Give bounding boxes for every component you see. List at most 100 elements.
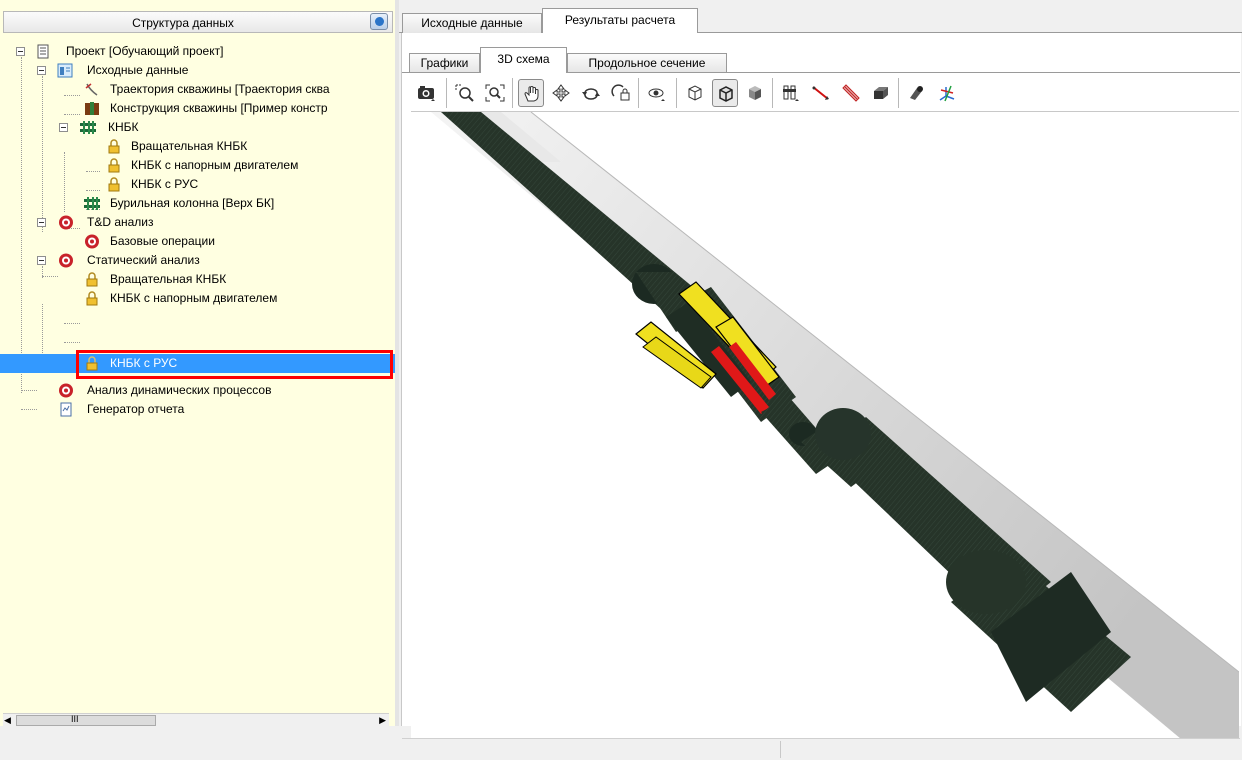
lock-icon (106, 139, 122, 154)
move-button[interactable] (548, 79, 574, 107)
trajectory-icon (84, 82, 100, 97)
collapse-toggle-icon[interactable] (16, 47, 25, 56)
axes-button[interactable] (934, 79, 960, 107)
bha-icon (80, 120, 96, 135)
tree-item-label: Вращательная КНБК (131, 139, 248, 153)
rotate-button[interactable] (578, 79, 604, 107)
tree-item-label: Конструкция скважины [Пример констр (110, 101, 328, 115)
view-button[interactable] (644, 79, 670, 107)
tree-item-label: Анализ динамических процессов (87, 383, 272, 397)
tree-item-trajectory[interactable]: Траектория скважины [Траектория сква (0, 80, 395, 99)
tab-calculation-results[interactable]: Результаты расчета (542, 8, 698, 33)
shaded-cube-icon (719, 86, 733, 102)
tree-item-label: Траектория скважины [Траектория сква (110, 82, 330, 96)
tab-label: Исходные данные (421, 16, 523, 30)
data-structure-panel: Структура данных Проект [Обучающий проек… (0, 0, 396, 727)
analysis-icon (58, 383, 74, 398)
scroll-left-icon[interactable]: ◀ (4, 715, 11, 726)
well-construction-icon (84, 101, 100, 116)
tree-item-project[interactable]: Проект [Обучающий проект] (0, 42, 395, 61)
zoom-fit-icon (485, 84, 505, 102)
light-icon (910, 86, 923, 100)
lock-icon (106, 177, 122, 192)
highlight-annotation (76, 350, 393, 379)
scrollbar-thumb[interactable] (16, 715, 156, 726)
3d-viewport[interactable] (411, 111, 1239, 739)
tree-item-label: КНБК с напорным двигателем (131, 158, 299, 172)
lock-icon (84, 291, 100, 306)
tree-item-label: Бурильная колонна [Верх БК] (110, 196, 275, 210)
scrollbar-grip: III (71, 714, 79, 724)
rotate-locked-button[interactable] (608, 79, 634, 107)
tab-label: 3D схема (497, 52, 550, 66)
analysis-icon (58, 253, 74, 268)
scroll-right-icon[interactable]: ▶ (379, 715, 386, 726)
zoom-fit-button[interactable] (482, 79, 508, 107)
rotate-icon (582, 88, 600, 100)
solid-button[interactable] (742, 79, 768, 107)
collapse-toggle-icon[interactable] (37, 218, 46, 227)
tree-item-bha-rss[interactable]: КНБК с РУС (0, 175, 395, 194)
tree-item-report-generator[interactable]: Генератор отчета (0, 400, 395, 419)
tree-item-static-bha-motor[interactable]: КНБК с напорным двигателем (0, 289, 395, 308)
results-panel: Исходные данные Результаты расчета Графи… (399, 0, 1242, 760)
camera-button[interactable] (414, 79, 440, 107)
collapse-toggle-icon[interactable] (37, 66, 46, 75)
tree-item-rotary-bha[interactable]: Вращательная КНБК (0, 137, 395, 156)
trajectory-line-button[interactable] (808, 79, 834, 107)
tree-item-td-analysis[interactable]: T&D анализ (0, 213, 395, 232)
tree-item-base-operations[interactable]: Базовые операции (0, 232, 395, 251)
wireframe-cube-icon (688, 85, 702, 101)
tree-item-label: Базовые операции (110, 234, 215, 248)
analysis-icon (58, 215, 74, 230)
globe-icon (375, 17, 384, 26)
shaded-edges-button[interactable] (712, 79, 738, 107)
wireframe-button[interactable] (682, 79, 708, 107)
zoom-window-button[interactable] (452, 79, 478, 107)
pan-button[interactable] (518, 79, 544, 107)
tree-item-drill-string[interactable]: Бурильная колонна [Верх БК] (0, 194, 395, 213)
lock-icon (106, 158, 122, 173)
tree-item-static-rotary-bha[interactable]: Вращательная КНБК (0, 270, 395, 289)
tree-item-label: Статический анализ (87, 253, 200, 267)
tree-item-label: T&D анализ (87, 215, 154, 229)
tree-item-static-analysis[interactable]: Статический анализ (0, 251, 395, 270)
box-icon (874, 87, 888, 99)
tab-3d-scheme[interactable]: 3D схема (480, 47, 567, 73)
tab-charts[interactable]: Графики (409, 53, 480, 72)
tree-item-label: КНБК с напорным двигателем (110, 291, 278, 305)
tab-label: Продольное сечение (588, 56, 706, 70)
solid-cube-icon (749, 86, 761, 100)
light-button[interactable] (904, 79, 930, 107)
zoom-window-icon (455, 84, 474, 102)
collapse-toggle-icon[interactable] (37, 256, 46, 265)
tree-item-well-construction[interactable]: Конструкция скважины [Пример констр (0, 99, 395, 118)
input-data-icon (57, 63, 73, 78)
tube-icon (842, 84, 860, 102)
tree-item-label: Вращательная КНБК (110, 272, 227, 286)
tree-item-label: Проект [Обучающий проект] (66, 44, 224, 58)
tab-input-data[interactable]: Исходные данные (402, 13, 542, 33)
horizontal-scrollbar[interactable]: ◀ III ▶ (3, 713, 389, 727)
bha-3d-model (431, 112, 1239, 739)
box-button[interactable] (868, 79, 894, 107)
panel-title: Структура данных (132, 16, 234, 30)
panel-globe-button[interactable] (370, 13, 388, 30)
3d-toolbar (402, 73, 1240, 111)
tube-button[interactable] (838, 79, 864, 107)
panel-header: Структура данных (3, 11, 393, 33)
tab-longitudinal-section[interactable]: Продольное сечение (567, 53, 727, 72)
tab-label: Графики (420, 56, 469, 70)
tree-item-label: Исходные данные (87, 63, 189, 77)
tree-item-bha-motor[interactable]: КНБК с напорным двигателем (0, 156, 395, 175)
rotate-lock-icon (611, 84, 630, 101)
bha-component-button[interactable] (778, 79, 804, 107)
tree-item-input-data[interactable]: Исходные данные (0, 61, 395, 80)
tab-label: Результаты расчета (564, 13, 676, 27)
tree-item-dynamic-analysis[interactable]: Анализ динамических процессов (0, 381, 395, 400)
camera-icon (418, 86, 435, 101)
collapse-toggle-icon[interactable] (59, 123, 68, 132)
move-icon (552, 84, 570, 102)
hand-icon (524, 86, 539, 102)
tree-item-bha[interactable]: КНБК (0, 118, 395, 137)
